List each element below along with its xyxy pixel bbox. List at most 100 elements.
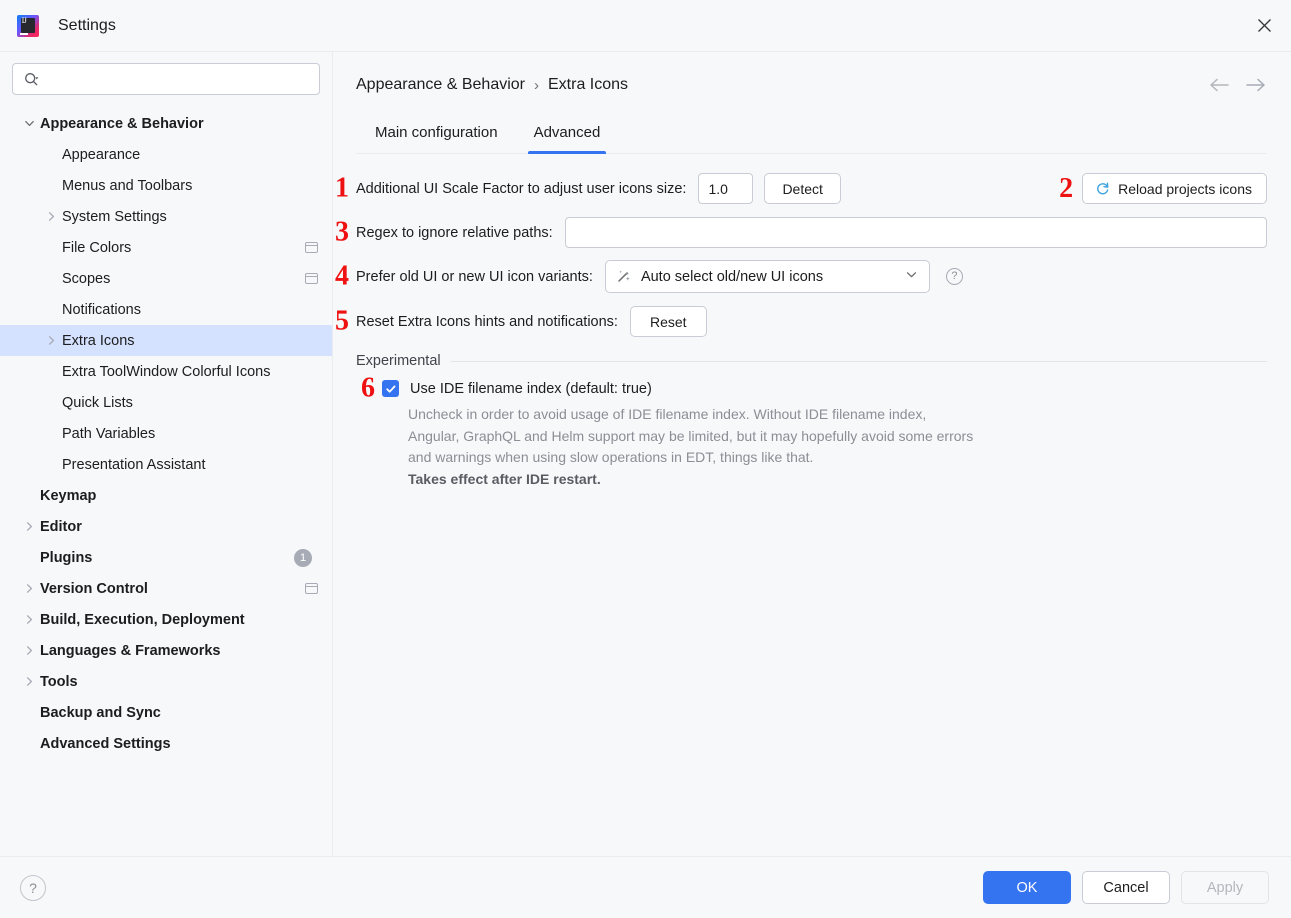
sidebar-item-version-control[interactable]: Version Control (0, 573, 332, 604)
row-icon-variants: 4 Prefer old UI or new UI icon variants:… (335, 260, 1267, 293)
settings-dialog: IJ Settings Appearance & Behavior Appear… (0, 0, 1291, 918)
reload-projects-icons-label: Reload projects icons (1118, 180, 1252, 197)
sidebar-item-label: Scopes (62, 270, 111, 287)
sidebar-item-backup-and-sync[interactable]: Backup and Sync (0, 697, 332, 728)
settings-tree: Appearance & Behavior Appearance Menus and… (0, 108, 332, 856)
close-icon (1257, 19, 1271, 32)
project-level-setting-icon (305, 242, 318, 253)
title-bar: IJ Settings (0, 0, 1291, 52)
sidebar-item-appearance-behavior[interactable]: Appearance & Behavior (0, 108, 332, 139)
project-level-setting-icon (305, 273, 318, 284)
marker-6: 6 (361, 371, 375, 403)
sidebar-item-label: Build, Execution, Deployment (40, 611, 245, 628)
tab-bar: Main configuration Advanced (356, 117, 1267, 154)
sidebar-item-label: Languages & Frameworks (40, 642, 221, 659)
chevron-right-icon (18, 614, 40, 625)
sidebar-item-notifications[interactable]: Notifications (0, 294, 332, 325)
sidebar-item-menus-and-toolbars[interactable]: Menus and Toolbars (0, 170, 332, 201)
sidebar-item-path-variables[interactable]: Path Variables (0, 418, 332, 449)
forward-button[interactable] (1246, 77, 1266, 93)
sidebar-item-appearance[interactable]: Appearance (0, 139, 332, 170)
sidebar-item-scopes[interactable]: Scopes (0, 263, 332, 294)
sidebar-item-label: Tools (40, 673, 78, 690)
intellij-logo-icon: IJ (17, 14, 39, 37)
row-filename-index: 6 Use IDE filename index (default: true) (356, 373, 1267, 401)
sidebar-item-tools[interactable]: Tools (0, 666, 332, 697)
marker-1: 1 (335, 171, 349, 203)
row-reset-hints: 5 Reset Extra Icons hints and notificati… (335, 306, 1267, 337)
sidebar-item-label: Appearance & Behavior (40, 115, 204, 132)
arrow-left-icon (1210, 78, 1229, 92)
search-icon (25, 72, 39, 85)
reload-slot: 2 Reload projects icons (1059, 173, 1267, 204)
experimental-divider (450, 360, 1267, 362)
tab-main-configuration[interactable]: Main configuration (357, 117, 516, 153)
sidebar-item-extra-toolwindow-colorful-icons[interactable]: Extra ToolWindow Colorful Icons (0, 356, 332, 387)
sidebar-item-plugins[interactable]: Plugins 1 (0, 542, 332, 573)
apply-button[interactable]: Apply (1181, 871, 1269, 904)
marker-4: 4 (335, 259, 349, 291)
sidebar-item-editor[interactable]: Editor (0, 511, 332, 542)
filename-index-description: Uncheck in order to avoid usage of IDE f… (408, 404, 1128, 490)
footer-buttons: OK Cancel Apply (983, 871, 1269, 904)
icon-variants-value: Auto select old/new UI icons (640, 268, 824, 285)
breadcrumb-separator-icon: › (534, 76, 539, 94)
close-button[interactable] (1247, 9, 1281, 43)
chevron-right-icon (18, 645, 40, 656)
back-button[interactable] (1209, 77, 1229, 93)
use-ide-filename-index-checkbox[interactable] (382, 380, 399, 397)
breadcrumb-root[interactable]: Appearance & Behavior (356, 76, 525, 94)
sidebar-item-advanced-settings[interactable]: Advanced Settings (0, 728, 332, 759)
chevron-right-icon (40, 335, 62, 346)
experimental-title: Experimental (356, 353, 441, 369)
search-input[interactable] (39, 70, 311, 88)
marker-5: 5 (335, 304, 349, 336)
sidebar-item-extra-icons[interactable]: Extra Icons (0, 325, 332, 356)
settings-sidebar: Appearance & Behavior Appearance Menus and… (0, 52, 333, 856)
description-line-1: Uncheck in order to avoid usage of IDE f… (408, 406, 927, 422)
icon-variants-dropdown[interactable]: Auto select old/new UI icons (604, 260, 930, 293)
chevron-right-icon (18, 676, 40, 687)
detect-button[interactable]: Detect (764, 173, 841, 204)
regex-input[interactable] (564, 217, 1267, 248)
sidebar-item-languages-frameworks[interactable]: Languages & Frameworks (0, 635, 332, 666)
sidebar-item-label: Plugins (40, 549, 93, 566)
sidebar-item-label: Advanced Settings (40, 735, 171, 752)
sidebar-item-label: Version Control (40, 580, 148, 597)
tab-advanced[interactable]: Advanced (516, 117, 619, 154)
row-ui-scale-factor: 1 Additional UI Scale Factor to adjust u… (335, 173, 1267, 204)
sidebar-item-system-settings[interactable]: System Settings (0, 201, 332, 232)
sidebar-item-label: Notifications (62, 301, 141, 318)
sidebar-item-file-colors[interactable]: File Colors (0, 232, 332, 263)
sidebar-item-badge: 1 (294, 548, 312, 567)
sidebar-item-label: Backup and Sync (40, 704, 161, 721)
reset-button[interactable]: Reset (629, 306, 707, 337)
sidebar-item-label: Appearance (62, 146, 141, 163)
sidebar-item-presentation-assistant[interactable]: Presentation Assistant (0, 449, 332, 480)
search-box[interactable] (12, 63, 320, 95)
sidebar-item-label: Path Variables (62, 425, 156, 442)
refresh-icon (1097, 182, 1109, 195)
sidebar-item-quick-lists[interactable]: Quick Lists (0, 387, 332, 418)
sidebar-item-build-execution-deployment[interactable]: Build, Execution, Deployment (0, 604, 332, 635)
reload-projects-icons-button[interactable]: Reload projects icons (1082, 173, 1267, 204)
ok-button[interactable]: OK (983, 871, 1071, 904)
sidebar-item-label: File Colors (62, 239, 132, 256)
chevron-right-icon (18, 521, 40, 532)
help-button[interactable]: ? (20, 874, 46, 901)
reset-hints-label: Reset Extra Icons hints and notification… (356, 313, 618, 330)
sidebar-item-keymap[interactable]: Keymap (0, 480, 332, 511)
row-regex-ignore: 3 Regex to ignore relative paths: (335, 217, 1267, 248)
sidebar-item-label: Editor (40, 518, 82, 535)
breadcrumb: Appearance & Behavior › Extra Icons (356, 76, 628, 94)
regex-label: Regex to ignore relative paths: (356, 224, 553, 241)
sidebar-item-label: Extra Icons (62, 332, 135, 349)
chevron-down-icon (905, 268, 918, 286)
sidebar-item-label: Extra ToolWindow Colorful Icons (62, 363, 271, 380)
sidebar-item-label: Menus and Toolbars (62, 177, 193, 194)
cancel-button[interactable]: Cancel (1082, 871, 1170, 904)
ui-scale-input[interactable] (698, 173, 754, 204)
nav-arrows (1209, 77, 1267, 93)
icon-variants-help-icon[interactable]: ? (945, 268, 963, 285)
sidebar-item-label: Keymap (40, 487, 97, 504)
